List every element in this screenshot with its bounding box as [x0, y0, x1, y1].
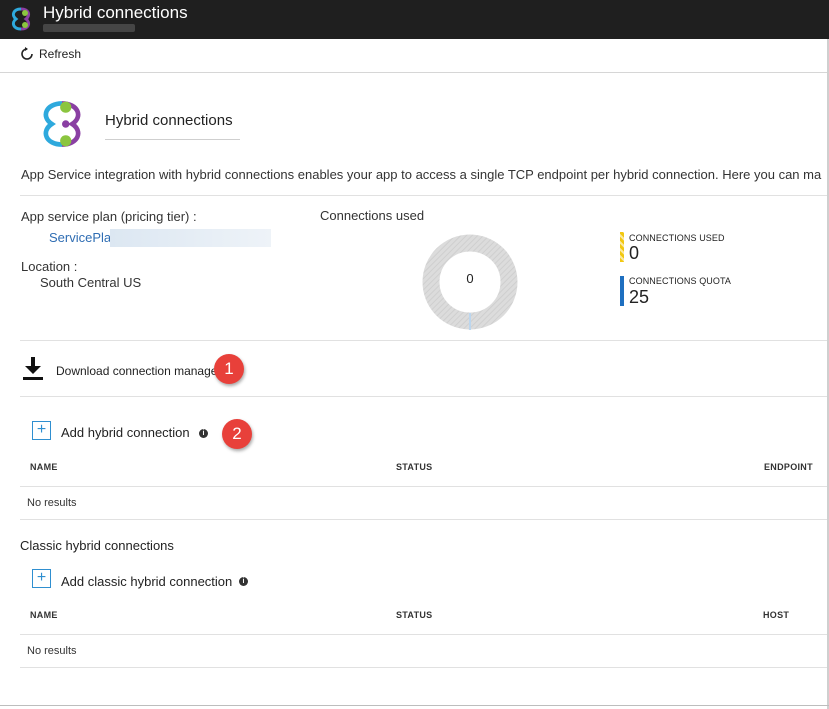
- hero-title: Hybrid connections: [105, 112, 233, 129]
- connections-used-title: Connections used: [320, 208, 425, 223]
- divider: [20, 667, 827, 668]
- donut-center-value: 0: [466, 271, 474, 286]
- connections-quota-bar: [620, 276, 624, 306]
- add-classic-connection-plus-icon[interactable]: +: [32, 569, 51, 588]
- classic-col-status: STATUS: [396, 610, 433, 620]
- add-hybrid-connection-plus-icon[interactable]: +: [32, 421, 51, 440]
- window-title: Hybrid connections: [43, 3, 188, 22]
- command-toolbar: [0, 39, 829, 73]
- title-subtitle-redacted: [43, 24, 135, 32]
- connections-used-value: 0: [629, 243, 640, 263]
- divider: [20, 340, 827, 341]
- info-icon[interactable]: i: [199, 429, 208, 438]
- description-text: App Service integration with hybrid conn…: [21, 167, 822, 182]
- classic-col-name: NAME: [30, 610, 58, 620]
- divider: [20, 195, 827, 196]
- add-hybrid-connection-button[interactable]: Add hybrid connection: [61, 425, 190, 440]
- classic-empty-text: No results: [27, 645, 77, 657]
- download-connection-manager-link[interactable]: Download connection manager: [56, 364, 221, 378]
- divider: [20, 519, 827, 520]
- hybrid-col-endpoint: ENDPOINT: [764, 462, 813, 472]
- refresh-button[interactable]: Refresh: [20, 47, 81, 61]
- hybrid-col-status: STATUS: [396, 462, 433, 472]
- refresh-icon: [20, 47, 34, 61]
- plan-label: App service plan (pricing tier) :: [21, 209, 197, 224]
- download-icon[interactable]: [22, 357, 44, 381]
- hybrid-empty-text: No results: [27, 497, 77, 509]
- service-plan-redacted: [110, 229, 271, 247]
- divider: [20, 396, 827, 397]
- connections-quota-label: CONNECTIONS QUOTA: [629, 276, 732, 286]
- hybrid-connections-hero-icon: [34, 95, 90, 153]
- hybrid-col-name: NAME: [30, 462, 58, 472]
- location-value: South Central US: [40, 275, 142, 290]
- location-label: Location :: [21, 259, 78, 274]
- service-plan-link[interactable]: ServicePlan: [49, 230, 118, 245]
- classic-section-title: Classic hybrid connections: [20, 538, 174, 553]
- callout-badge-1: 1: [214, 354, 244, 384]
- info-icon[interactable]: i: [239, 577, 248, 586]
- connections-used-bar: [620, 232, 624, 262]
- table-header-divider: [20, 634, 827, 635]
- add-classic-hybrid-connection-button[interactable]: Add classic hybrid connection: [61, 574, 232, 589]
- connections-used-label: CONNECTIONS USED: [629, 233, 725, 243]
- hero-title-underline: [105, 139, 240, 140]
- refresh-label: Refresh: [39, 47, 82, 61]
- hybrid-connections-logo-icon: [6, 4, 36, 34]
- blade-bottom-border: [0, 705, 829, 706]
- callout-badge-2: 2: [222, 419, 252, 449]
- table-header-divider: [20, 486, 827, 487]
- classic-col-host: HOST: [763, 610, 790, 620]
- connections-quota-value: 25: [629, 287, 650, 307]
